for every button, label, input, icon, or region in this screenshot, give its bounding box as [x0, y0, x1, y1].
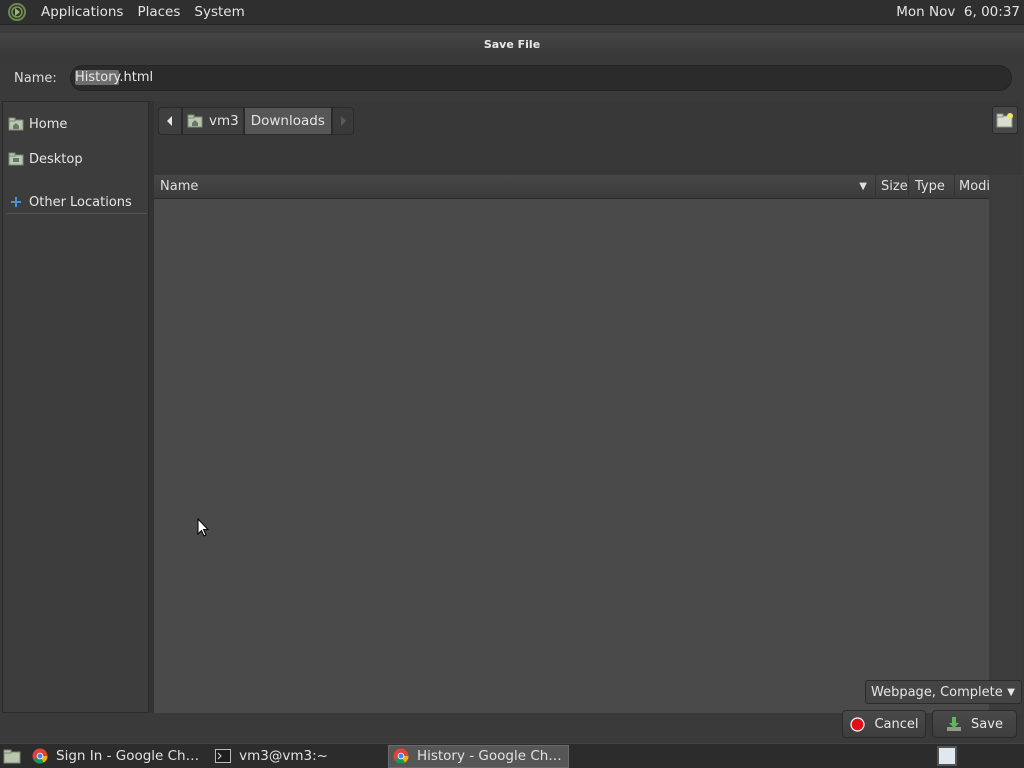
task-label: Sign In - Google Ch…	[56, 748, 200, 764]
path-scroll-left-button[interactable]	[158, 107, 182, 135]
desktop-folder-icon	[8, 151, 24, 167]
sidebar-item-label: Desktop	[29, 151, 83, 167]
file-type-dropdown[interactable]: Webpage, Complete ▼	[865, 680, 1022, 704]
save-file-dialog: Save File Name: History.html Home Deskto…	[0, 33, 1024, 743]
column-size-header[interactable]: Size	[876, 174, 909, 199]
chevron-right-icon	[340, 116, 346, 126]
filename-extension: .html	[119, 70, 154, 85]
path-scroll-right-button[interactable]	[331, 107, 354, 135]
top-panel: Applications Places System Mon Nov 6, 00…	[0, 0, 1024, 25]
task-label: vm3@vm3:~	[239, 748, 328, 764]
clock[interactable]: Mon Nov 6, 00:37	[896, 4, 1024, 20]
task-terminal[interactable]: vm3@vm3:~	[211, 745, 334, 768]
sort-descending-icon: ▼	[859, 180, 867, 192]
home-folder-icon	[187, 114, 203, 128]
name-label: Name:	[14, 70, 57, 86]
task-history-chrome[interactable]: History - Google Ch…	[387, 744, 569, 768]
sidebar-item-desktop[interactable]: Desktop	[3, 144, 148, 174]
mouse-cursor-icon	[197, 517, 210, 542]
dropdown-arrow-icon: ▼	[1007, 686, 1015, 698]
save-label: Save	[971, 716, 1003, 732]
path-segment-label: vm3	[209, 113, 239, 129]
filename-selection: History	[75, 70, 120, 85]
new-folder-icon	[996, 113, 1013, 128]
file-list[interactable]	[154, 175, 989, 713]
save-button[interactable]: Save	[932, 710, 1017, 738]
sidebar-item-label: Home	[29, 116, 68, 132]
file-type-value: Webpage, Complete	[871, 684, 1003, 700]
sidebar-item-other-locations[interactable]: Other Locations	[3, 187, 148, 217]
home-folder-icon	[8, 116, 24, 132]
places-sidebar: Home Desktop Other Locations	[2, 101, 149, 713]
path-segment-vm3[interactable]: vm3	[182, 107, 244, 135]
system-menu[interactable]: System	[187, 0, 251, 25]
system-logo-icon[interactable]	[6, 1, 28, 23]
workspace-switcher[interactable]	[937, 746, 957, 766]
column-type-header[interactable]: Type	[909, 174, 955, 199]
cancel-label: Cancel	[874, 716, 919, 732]
path-segment-label: Downloads	[250, 113, 325, 129]
filename-input[interactable]: History.html	[70, 65, 1012, 91]
name-row: Name: History.html	[0, 57, 1024, 99]
cancel-button[interactable]: Cancel	[842, 710, 926, 738]
show-desktop-icon[interactable]	[2, 749, 22, 764]
download-icon	[946, 716, 962, 732]
chrome-icon	[393, 748, 409, 764]
task-label: History - Google Ch…	[416, 748, 562, 764]
column-name-header[interactable]: Name ▼	[154, 174, 876, 199]
path-segment-downloads[interactable]: Downloads	[243, 107, 332, 135]
sidebar-item-label: Other Locations	[29, 194, 132, 210]
applications-menu[interactable]: Applications	[34, 0, 130, 25]
dialog-titlebar[interactable]: Save File	[0, 33, 1024, 57]
file-browser: vm3 Downloads Name ▼ Size Type Modif	[154, 101, 1022, 713]
cancel-icon	[849, 716, 865, 732]
places-menu[interactable]: Places	[130, 0, 187, 25]
path-bar: vm3 Downloads	[158, 106, 354, 136]
create-folder-button[interactable]	[992, 106, 1018, 134]
chrome-icon	[32, 748, 48, 764]
task-sign-in-chrome[interactable]: Sign In - Google Ch…	[28, 745, 205, 768]
terminal-icon	[215, 748, 232, 764]
column-header: Name ▼ Size Type Modif	[154, 174, 989, 199]
plus-icon	[8, 194, 24, 210]
column-modified-header[interactable]: Modif	[955, 175, 989, 199]
scrollbar-area	[989, 175, 1022, 713]
sidebar-item-home[interactable]: Home	[3, 109, 148, 139]
bottom-taskbar: Sign In - Google Ch… vm3@vm3:~ History -…	[0, 743, 1024, 768]
dialog-title: Save File	[483, 38, 541, 51]
chevron-left-icon	[167, 116, 172, 126]
